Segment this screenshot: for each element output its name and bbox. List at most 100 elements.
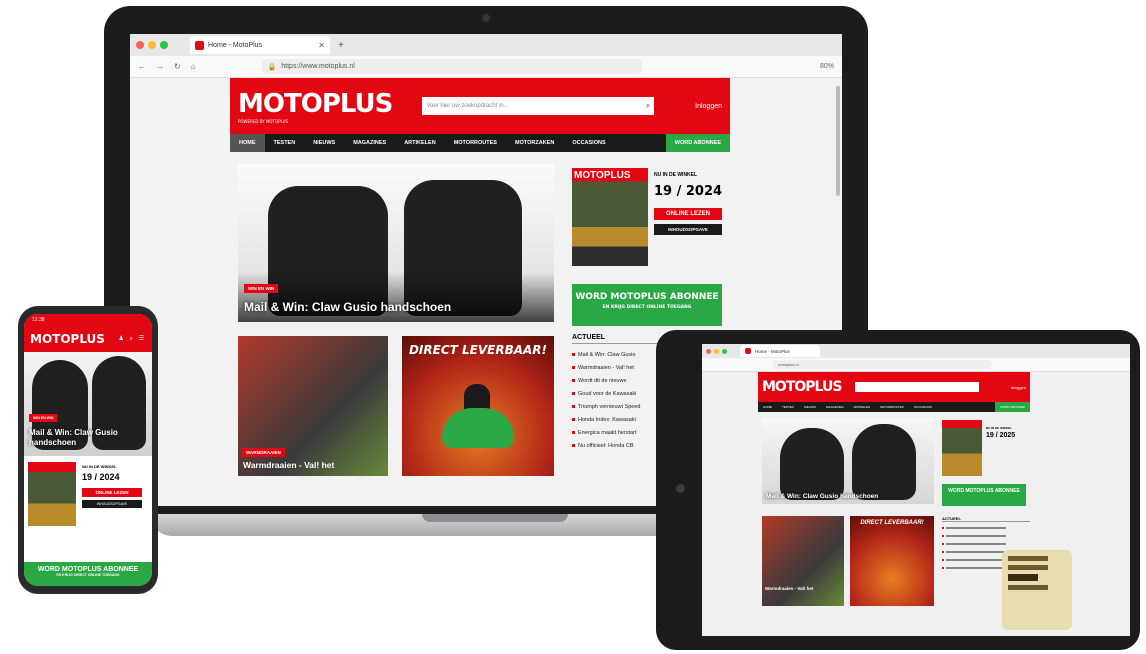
card-title[interactable]: Warmdraaien - Val! het: [243, 460, 334, 470]
tablet-magazine-cover[interactable]: [942, 420, 982, 476]
maximize-window-icon[interactable]: [722, 348, 727, 354]
nav-item-testen[interactable]: TESTEN: [265, 140, 305, 146]
browser-tabbar: Home - MotoPlus ✕ +: [130, 34, 842, 56]
tablet-ad-banner[interactable]: DIRECT LEVERBAAR!: [850, 516, 934, 606]
now-in-store-label: NU IN DE WINKEL: [654, 172, 698, 178]
maximize-window-icon[interactable]: [160, 41, 168, 49]
read-online-button[interactable]: ONLINE LEZEN: [654, 208, 722, 220]
url-text: https://www.motoplus.nl: [281, 63, 355, 70]
favicon-icon: [745, 348, 751, 354]
main-nav: HOME TESTEN NIEUWS MAGAZINES ARTIKELEN M…: [230, 134, 730, 152]
phone-contents-button[interactable]: INHOUDSOPGAVE: [82, 500, 142, 508]
hero-tag: WIN EN WIN: [244, 284, 279, 293]
tablet-browser-tab[interactable]: Home - MotoPlus: [740, 345, 820, 357]
site-header: MOTOPLUS POWERED BY MOTOPLUS Voer hier uw…: [230, 78, 730, 134]
ad-banner[interactable]: DIRECT LEVERBAAR!: [402, 336, 554, 476]
address-bar[interactable]: 🔒 https://www.motoplus.nl: [261, 59, 642, 74]
tablet-toolbar: motoplus.nl: [702, 358, 1130, 372]
tablet: Home - MotoPlus motoplus.nl MOTOPLUS Inl…: [656, 330, 1140, 650]
lock-icon: 🔒: [267, 63, 277, 71]
tablet-nav-item[interactable]: MOTORROUTES: [875, 405, 909, 409]
scrollbar[interactable]: [836, 86, 840, 196]
nav-item-occasions[interactable]: OCCASIONS: [563, 140, 614, 146]
nav-item-home[interactable]: HOME: [230, 134, 265, 152]
tablet-nav-item[interactable]: NIEUWS: [799, 405, 821, 409]
forward-icon[interactable]: →: [156, 62, 164, 71]
hero-article[interactable]: WIN EN WIN Mail & Win: Claw Gusio handsc…: [238, 164, 554, 322]
tablet-hero-title[interactable]: Mail & Win: Claw Gusio handschoen: [766, 493, 878, 500]
minimize-window-icon[interactable]: [714, 348, 719, 354]
phone-read-online-button[interactable]: ONLINE LEZEN: [82, 488, 142, 497]
tablet-subscribe-button[interactable]: WORD ABONNEE: [995, 402, 1030, 412]
back-icon[interactable]: ←: [138, 62, 146, 71]
close-tab-icon[interactable]: ✕: [318, 41, 325, 50]
device-mockup-scene: Home - MotoPlus ✕ + ← → ↻ ⌂ 🔒 https://ww…: [0, 0, 1146, 654]
list-item[interactable]: [942, 540, 1030, 548]
tablet-news-heading: ACTUEEL: [942, 516, 1030, 522]
ad-banner-text: DIRECT LEVERBAAR!: [408, 343, 548, 357]
search-placeholder: Voer hier uw zoekopdracht in...: [426, 103, 509, 109]
tablet-subscribe-banner[interactable]: WORD MOTOPLUS ABONNEE: [942, 484, 1026, 506]
minimize-window-icon[interactable]: [148, 41, 156, 49]
close-window-icon[interactable]: [136, 41, 144, 49]
hero-title[interactable]: Mail & Win: Claw Gusio handschoen: [244, 300, 451, 314]
phone-logo[interactable]: MOTOPLUS: [30, 332, 105, 346]
site-logo[interactable]: MOTOPLUS POWERED BY MOTOPLUS: [238, 89, 393, 124]
tablet-nav-item[interactable]: ARTIKELEN: [849, 405, 876, 409]
list-item[interactable]: [942, 524, 1030, 532]
tablet-hero[interactable]: Mail & Win: Claw Gusio handschoen: [762, 418, 934, 504]
nav-item-artikelen[interactable]: ARTIKELEN: [395, 140, 444, 146]
magazine-cover[interactable]: MOTOPLUS: [572, 168, 648, 266]
card-tag: WARMDRAAIEN: [242, 448, 285, 457]
phone-status-bar: 12:38: [24, 314, 152, 326]
tablet-article-card[interactable]: Warmdraaien - Val! het: [762, 516, 844, 606]
motorcycle-image: [442, 408, 514, 448]
close-window-icon[interactable]: [706, 348, 711, 354]
phone-hero-tag: WIN EN WIN: [29, 414, 58, 422]
camera-icon: [676, 484, 685, 493]
tablet-nav-item[interactable]: TESTEN: [777, 405, 799, 409]
nav-item-magazines[interactable]: MAGAZINES: [344, 140, 395, 146]
nav-item-motorroutes[interactable]: MOTORROUTES: [445, 140, 506, 146]
tablet-tabbar: Home - MotoPlus: [702, 344, 1130, 358]
glove-image: [780, 428, 844, 500]
phone-hero[interactable]: WIN EN WIN Mail & Win: Claw Gusio handsc…: [24, 352, 152, 456]
tablet-nav-item[interactable]: OCCASIONS: [909, 405, 937, 409]
tablet-nav-item[interactable]: MAGAZINES: [821, 405, 849, 409]
reload-icon[interactable]: ↻: [174, 62, 181, 71]
tablet-site-page: MOTOPLUS Inloggen HOME TESTEN NIEUWS MAG…: [758, 372, 1030, 606]
tablet-nav-item[interactable]: HOME: [758, 405, 777, 409]
phone-menu-icons[interactable]: ♟ ⌕ ☰: [119, 335, 146, 343]
nav-subscribe-button[interactable]: WORD ABONNEE: [665, 134, 730, 152]
tablet-popup-ad[interactable]: [1002, 550, 1072, 630]
nav-item-nieuws[interactable]: NIEUWS: [304, 140, 344, 146]
phone-screen: 12:38 MOTOPLUS ♟ ⌕ ☰ WIN EN WIN Mail & W…: [24, 314, 152, 586]
zoom-level[interactable]: 80%: [820, 63, 834, 70]
tablet-login[interactable]: Inloggen: [1011, 385, 1026, 390]
login-link[interactable]: Inloggen: [695, 103, 722, 110]
phone-hero-title[interactable]: Mail & Win: Claw Gusio handschoen: [29, 428, 152, 448]
browser-toolbar: ← → ↻ ⌂ 🔒 https://www.motoplus.nl 80%: [130, 56, 842, 78]
phone-issue: 19 / 2024: [82, 472, 120, 482]
phone-subscribe-banner[interactable]: WORD MOTOPLUS ABONNEE EN KRIJG DIRECT ONL…: [24, 562, 152, 586]
search-icon[interactable]: ⌕: [646, 101, 650, 111]
hero-shade: [238, 272, 554, 322]
tablet-search-input[interactable]: [855, 382, 980, 392]
new-tab-button[interactable]: +: [338, 40, 344, 51]
tablet-header: MOTOPLUS Inloggen: [758, 372, 1030, 402]
search-input[interactable]: Voer hier uw zoekopdracht in... ⌕: [422, 97, 655, 115]
home-icon[interactable]: ⌂: [191, 62, 196, 71]
nav-item-motorzaken[interactable]: MOTORZAKEN: [506, 140, 563, 146]
contents-button[interactable]: INHOUDSOPGAVE: [654, 224, 722, 235]
tablet-card-title[interactable]: Warmdraaien - Val! het: [765, 586, 813, 591]
camera-icon: [482, 14, 490, 22]
phone-magazine: NU IN DE WINKEL 19 / 2024 ONLINE LEZEN I…: [24, 456, 152, 530]
phone-header: MOTOPLUS ♟ ⌕ ☰: [24, 326, 152, 352]
subscribe-banner[interactable]: WORD MOTOPLUS ABONNEE EN KRIJG DIRECT ONL…: [572, 284, 722, 326]
article-card-warmdraaien[interactable]: WARMDRAAIEN Warmdraaien - Val! het: [238, 336, 388, 476]
browser-tab[interactable]: Home - MotoPlus ✕: [190, 36, 330, 54]
tablet-address-bar[interactable]: motoplus.nl: [772, 360, 992, 369]
tablet-logo[interactable]: MOTOPLUS: [762, 379, 842, 395]
list-item[interactable]: [942, 532, 1030, 540]
phone-magazine-cover[interactable]: [28, 462, 76, 526]
